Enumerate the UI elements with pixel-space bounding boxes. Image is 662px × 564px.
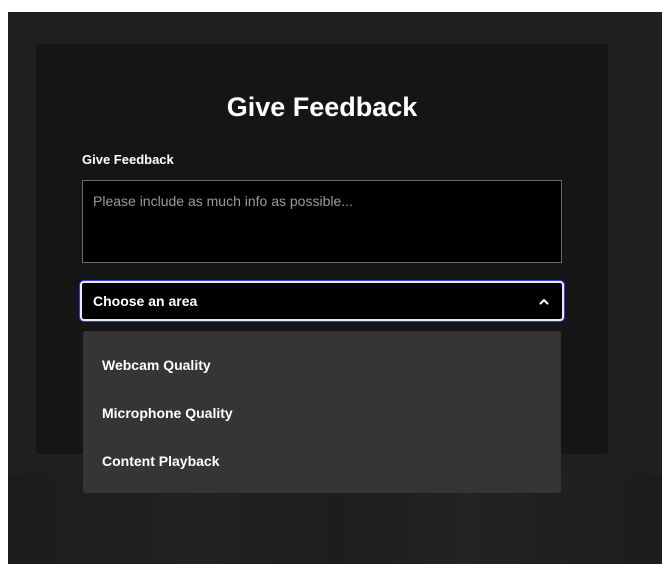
modal-title: Give Feedback [226,92,418,122]
dropdown-option-microphone-quality[interactable]: Microphone Quality [83,389,561,437]
area-dropdown-menu: Webcam Quality Microphone Quality Conten… [83,331,561,493]
area-select[interactable]: Choose an area [80,281,564,321]
feedback-field-label: Give Feedback [82,152,174,167]
feedback-textarea[interactable] [82,180,562,263]
area-select-label: Choose an area [93,293,198,309]
dropdown-option-webcam-quality[interactable]: Webcam Quality [83,341,561,389]
chevron-up-icon [538,295,550,307]
dropdown-option-content-playback[interactable]: Content Playback [83,437,561,485]
